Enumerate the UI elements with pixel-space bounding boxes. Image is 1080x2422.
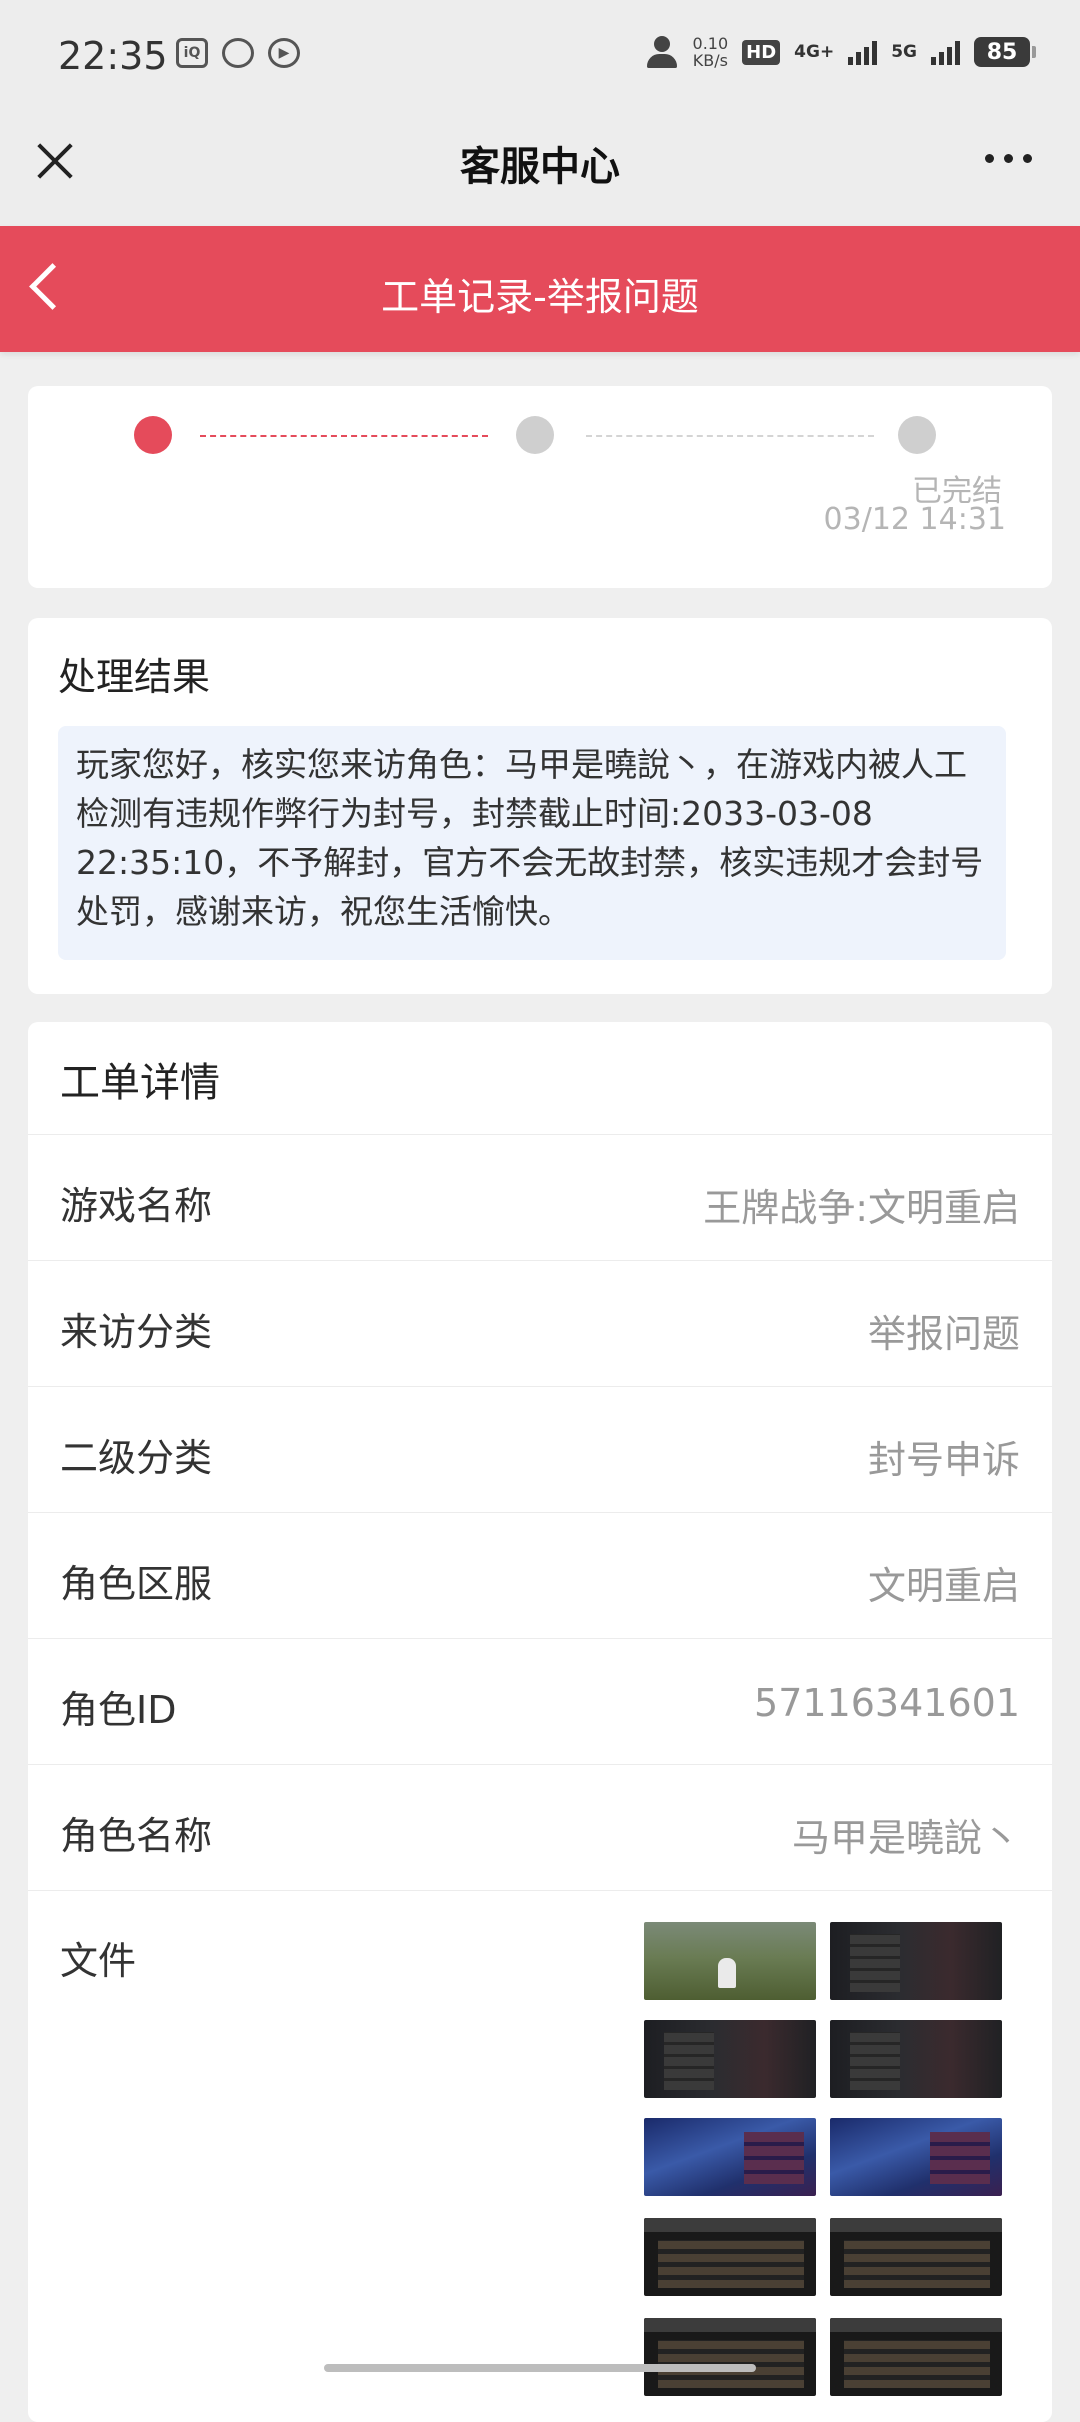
file-thumbnail[interactable] [644,2118,816,2196]
detail-row-game: 游戏名称 王牌战争:文明重启 [28,1134,1052,1261]
iqiyi-icon: iQ [176,38,208,68]
detail-row-server: 角色区服 文明重启 [28,1512,1052,1639]
status-right-icons: 0.10 KB/s HD 4G+ 5G 85 [645,34,1036,70]
detail-label: 角色名称 [60,1814,213,1858]
progress-step-3-dot [898,416,936,454]
detail-value: 举报问题 [867,1312,1020,1356]
title-bar: 客服中心 [0,110,1080,226]
browser-icon [222,38,254,68]
detail-label: 游戏名称 [60,1184,213,1228]
detail-label: 来访分类 [60,1310,213,1354]
result-title: 处理结果 [58,655,211,699]
detail-title: 工单详情 [60,1060,220,1106]
detail-value: 封号申诉 [867,1438,1020,1482]
file-thumbnail[interactable] [830,1922,1002,2000]
file-thumbnail[interactable] [644,1922,816,2000]
file-thumbnail[interactable] [644,2318,816,2396]
progress-step-2-dot [516,416,554,454]
progress-time: 03/12 14:31 [823,502,1006,537]
network-5g: 5G [891,42,917,62]
detail-row-role-name: 角色名称 马甲是曉說丶 [28,1764,1052,1891]
file-thumbnail[interactable] [644,2020,816,2098]
net-speed-unit: KB/s [692,51,728,70]
detail-row-subcategory: 二级分类 封号申诉 [28,1386,1052,1513]
signal-bars-icon [848,39,878,65]
detail-label: 角色区服 [60,1562,213,1606]
file-thumbnail[interactable] [830,2118,1002,2196]
result-card: 处理结果 玩家您好，核实您来访角色：马甲是曉說丶，在游戏内被人工检测有违规作弊行… [28,618,1052,994]
detail-row-category: 来访分类 举报问题 [28,1260,1052,1387]
person-icon [645,34,679,70]
ticket-header: 工单记录-举报问题 [0,226,1080,352]
result-text: 玩家您好，核实您来访角色：马甲是曉說丶，在游戏内被人工检测有违规作弊行为封号，封… [58,726,1006,960]
detail-label: 二级分类 [60,1436,213,1480]
file-thumbnail[interactable] [644,2218,816,2296]
progress-line-2 [586,435,874,437]
detail-value: 57116341601 [754,1681,1020,1725]
file-thumbnail[interactable] [830,2218,1002,2296]
detail-value: 文明重启 [867,1564,1020,1608]
detail-card: 工单详情 游戏名称 王牌战争:文明重启 来访分类 举报问题 二级分类 封号申诉 … [28,1022,1052,2422]
home-indicator[interactable] [324,2364,756,2372]
network-4g: 4G+ [794,42,835,62]
video-play-icon: ▶ [268,38,300,68]
file-thumbnail[interactable] [830,2020,1002,2098]
net-speed: 0.10 KB/s [693,35,729,69]
divider [28,1890,1052,1892]
hd-icon: HD [742,39,781,65]
detail-row-role-id: 角色ID 57116341601 [28,1638,1052,1765]
status-bar: 22:35 iQ ▶ 0.10 KB/s HD 4G+ 5G 85 [0,0,1080,110]
progress-card: 已完结 03/12 14:31 [28,386,1052,588]
status-time: 22:35 [58,34,168,78]
net-speed-value: 0.10 [692,34,729,53]
file-thumbnail[interactable] [830,2318,1002,2396]
detail-label: 角色ID [60,1688,177,1732]
more-icon[interactable] [985,154,1032,163]
progress-line-1 [200,435,488,437]
signal-bars-icon [931,39,960,65]
detail-value: 马甲是曉說丶 [791,1816,1020,1860]
files-label: 文件 [60,1939,137,1983]
progress-step-1-dot [134,416,172,454]
battery-icon: 85 [974,37,1036,67]
detail-value: 王牌战争:文明重启 [703,1186,1020,1230]
ticket-header-title: 工单记录-举报问题 [381,275,699,319]
status-left-icons: iQ ▶ [176,38,300,68]
page-title: 客服中心 [460,144,620,190]
